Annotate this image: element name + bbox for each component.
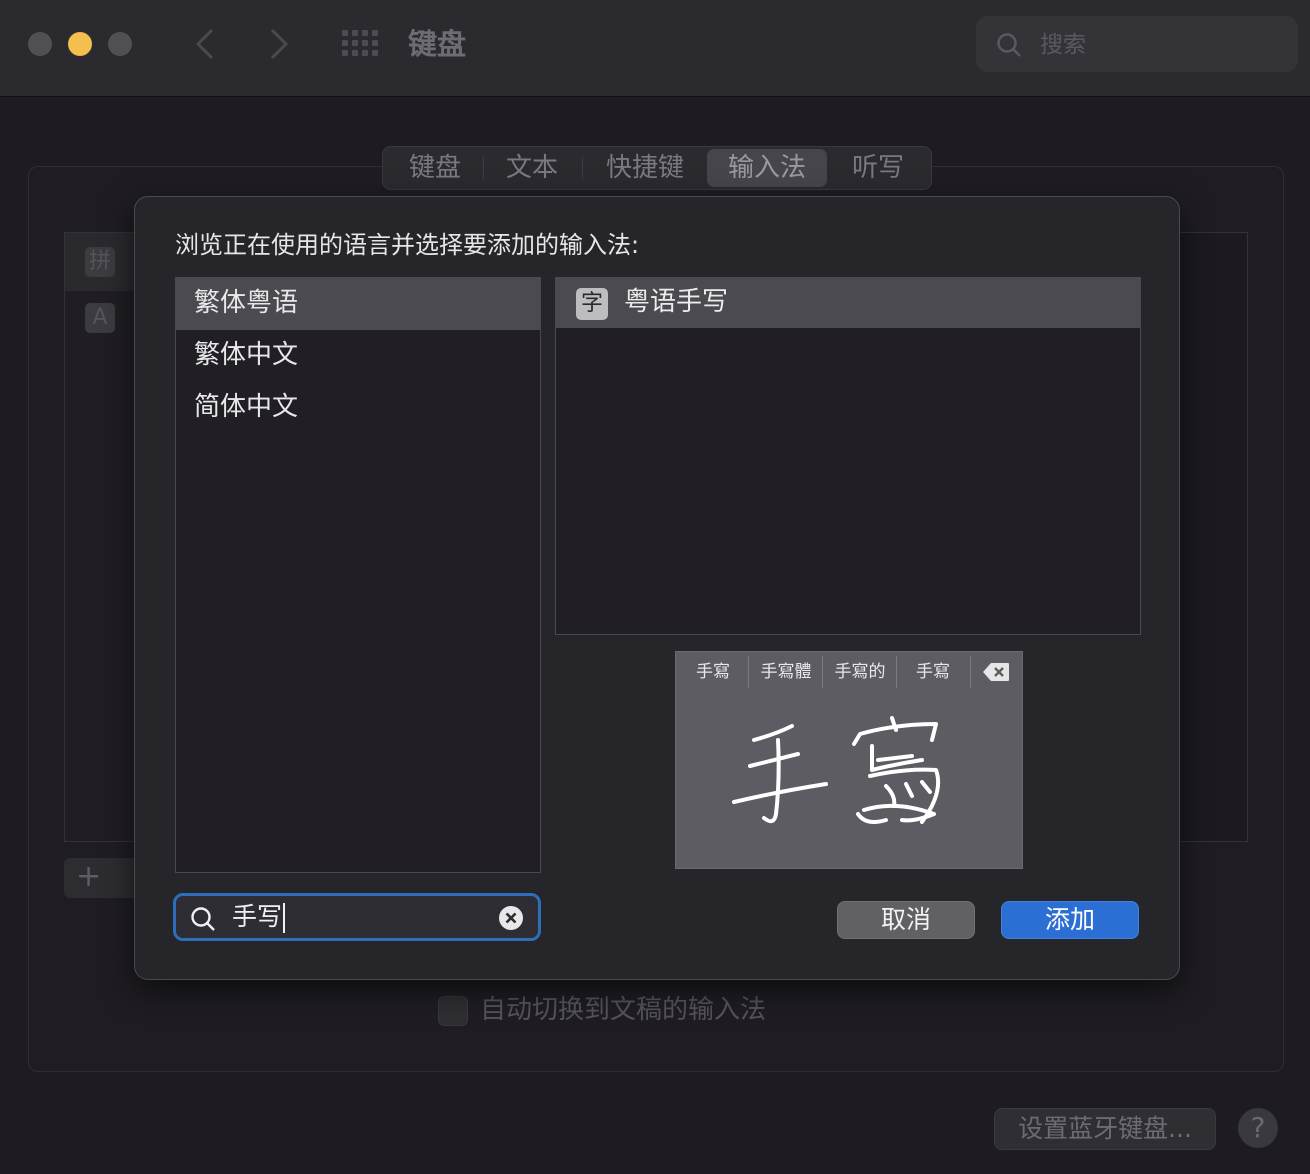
back-arrow-icon[interactable] [192, 24, 218, 73]
handwriting-sample-icon [732, 716, 941, 824]
add-button[interactable]: 添加 [1001, 901, 1139, 939]
tab-input-sources[interactable]: 输入法 [707, 149, 827, 187]
candidate-item: 手寫體 [760, 662, 812, 682]
candidate-item: 手寫 [696, 662, 730, 682]
title-bar: 键盘 [0, 0, 1310, 97]
forward-arrow-icon[interactable] [266, 24, 292, 73]
show-all-grid-icon[interactable] [342, 30, 380, 58]
help-button[interactable]: ? [1238, 1108, 1278, 1148]
tab-text[interactable]: 文本 [491, 147, 573, 189]
search-icon [190, 906, 216, 936]
tab-bar: 键盘 文本 快捷键 输入法 听写 [382, 146, 932, 190]
add-input-source-sheet: 浏览正在使用的语言并选择要添加的输入法: 繁体粤语 繁体中文 简体中文 字 粤语… [134, 196, 1180, 980]
search-input[interactable] [1038, 28, 1282, 62]
input-method-search[interactable]: 手写 [173, 893, 541, 941]
search-icon [996, 32, 1022, 62]
language-item[interactable]: 繁体粤语 [176, 278, 540, 330]
clear-search-icon[interactable] [498, 905, 524, 935]
add-input-source-button[interactable]: + [64, 858, 144, 898]
handwriting-preview: 手寫 手寫體 手寫的 手寫 [675, 651, 1023, 869]
language-item[interactable]: 简体中文 [176, 382, 540, 434]
sheet-prompt: 浏览正在使用的语言并选择要添加的输入法: [175, 231, 640, 259]
cancel-button[interactable]: 取消 [837, 901, 975, 939]
language-item[interactable]: 繁体中文 [176, 330, 540, 382]
candidate-item: 手寫 [916, 662, 950, 682]
input-source-detail [1176, 232, 1248, 842]
abc-icon: A [85, 303, 115, 333]
candidate-bar: 手寫 手寫體 手寫的 手寫 [676, 652, 1022, 692]
auto-switch-label: 自动切换到文稿的输入法 [480, 995, 767, 1025]
list-item[interactable]: 拼 [65, 233, 145, 291]
input-method-list[interactable]: 字 粤语手写 [555, 277, 1141, 635]
input-method-item[interactable]: 字 粤语手写 [556, 278, 1140, 328]
auto-switch-checkbox[interactable] [438, 996, 468, 1026]
minimize-window-button[interactable] [68, 32, 92, 56]
zoom-window-button[interactable] [108, 32, 132, 56]
search-field-value[interactable]: 手写 [232, 899, 286, 935]
tab-keyboard[interactable]: 键盘 [395, 147, 475, 189]
toolbar-search[interactable] [976, 16, 1298, 72]
candidate-item: 手寫的 [834, 662, 886, 682]
pinyin-icon: 拼 [85, 247, 115, 277]
window-title: 键盘 [408, 27, 467, 61]
setup-bluetooth-keyboard-button[interactable]: 设置蓝牙键盘... [994, 1108, 1216, 1150]
backspace-icon [982, 662, 1010, 686]
language-list[interactable]: 繁体粤语 繁体中文 简体中文 [175, 277, 541, 873]
input-method-label: 粤语手写 [624, 287, 729, 317]
plus-icon: + [76, 859, 102, 894]
tab-shortcuts[interactable]: 快捷键 [589, 147, 701, 189]
tab-dictation[interactable]: 听写 [835, 147, 921, 189]
close-window-button[interactable] [28, 32, 52, 56]
character-icon: 字 [576, 288, 608, 320]
